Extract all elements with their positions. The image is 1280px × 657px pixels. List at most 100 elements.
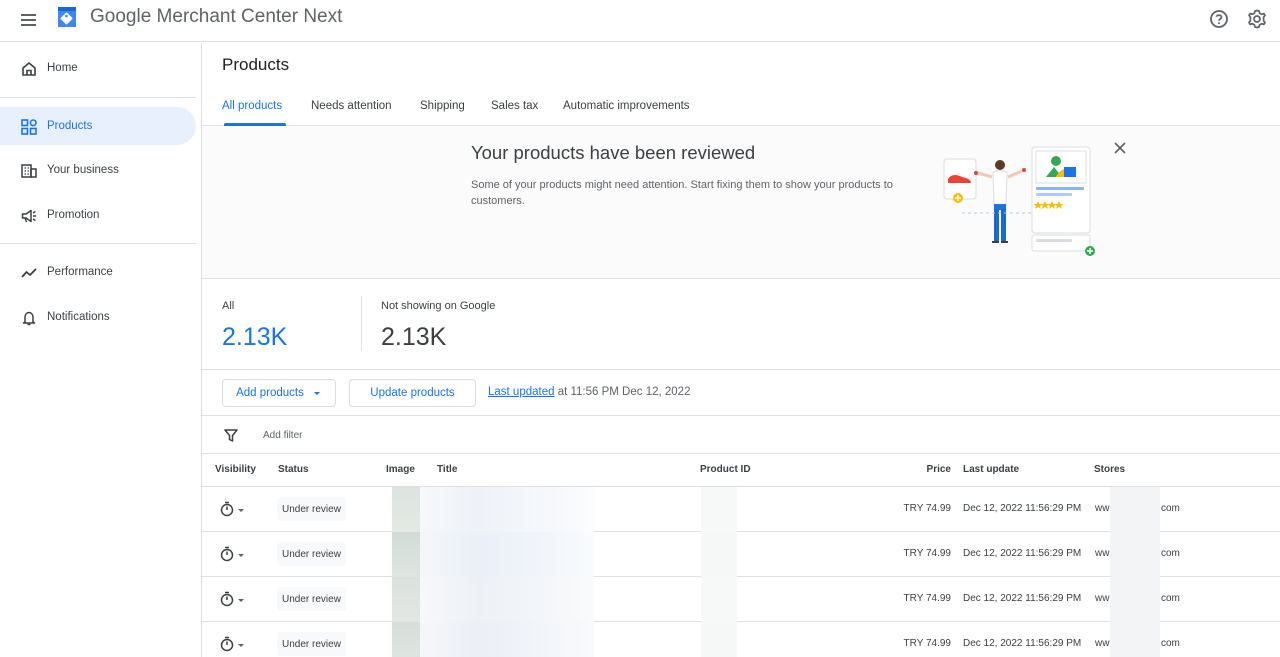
- home-icon: [22, 61, 36, 76]
- add-products-label: Add products: [236, 387, 304, 399]
- stat-value-not-showing[interactable]: 2.13K: [381, 323, 446, 352]
- top-app-bar: Google Merchant Center Next: [0, 0, 1280, 42]
- sidebar-item-your-business[interactable]: Your business: [0, 151, 196, 189]
- banner-illustration: [943, 146, 1095, 256]
- nav-divider: [0, 243, 196, 244]
- status-badge: Under review: [277, 632, 346, 656]
- last-update-value: Dec 12, 2022 11:56:29 PM: [963, 503, 1082, 514]
- column-header[interactable]: Title: [437, 464, 457, 475]
- main-content: Products All products Needs attention Sh…: [202, 43, 1280, 657]
- column-header[interactable]: Product ID: [700, 464, 751, 475]
- table-row[interactable]: Under review TRY 74.99 Dec 12, 2022 11:5…: [202, 532, 1280, 577]
- timer-icon[interactable]: [219, 545, 245, 563]
- sidebar-item-label: Performance: [47, 266, 113, 278]
- menu-icon[interactable]: [18, 9, 42, 33]
- product-id: [701, 487, 737, 532]
- tab-sales-tax[interactable]: Sales tax: [491, 100, 538, 112]
- store-name: [1110, 622, 1160, 657]
- column-header[interactable]: Image: [386, 464, 415, 475]
- table-row[interactable]: Under review TRY 74.99 Dec 12, 2022 11:5…: [202, 487, 1280, 532]
- stat-label-all: All: [222, 300, 235, 312]
- store-name: [1110, 487, 1160, 532]
- product-image: [392, 577, 420, 622]
- sidebar-item-notifications[interactable]: Notifications: [0, 298, 196, 336]
- close-icon[interactable]: [1112, 140, 1128, 156]
- update-products-button[interactable]: Update products: [349, 379, 476, 407]
- status-badge: Under review: [277, 587, 346, 611]
- app-title: Google Merchant Center Next: [90, 6, 343, 27]
- store-name: [1110, 532, 1160, 577]
- timer-icon[interactable]: [219, 590, 245, 608]
- column-header[interactable]: Last update: [963, 464, 1019, 475]
- banner-text: Some of your products might need attenti…: [471, 179, 893, 207]
- stat-label-not-showing: Not showing on Google: [381, 300, 496, 312]
- table-header: Visibility Status Image Title Product ID…: [202, 455, 1280, 487]
- megaphone-icon: [21, 209, 36, 223]
- add-products-button[interactable]: Add products: [222, 379, 336, 407]
- settings-icon[interactable]: [1246, 8, 1268, 30]
- product-title[interactable]: [420, 577, 594, 622]
- timer-icon[interactable]: [219, 500, 245, 518]
- last-update-value: Dec 12, 2022 11:56:29 PM: [963, 548, 1082, 559]
- last-updated-link[interactable]: Last updated: [488, 386, 555, 398]
- sidebar-item-promotion[interactable]: Promotion: [0, 196, 196, 234]
- sidebar-item-products[interactable]: Products: [0, 107, 196, 145]
- status-badge: Under review: [277, 497, 346, 521]
- tab-automatic-improvements[interactable]: Automatic improvements: [563, 100, 690, 112]
- merchant-center-logo: [58, 7, 76, 27]
- product-id: [701, 622, 737, 657]
- product-image: [392, 487, 420, 532]
- product-title[interactable]: [420, 487, 594, 532]
- stat-divider: [361, 296, 362, 351]
- store-suffix: com: [1161, 503, 1180, 514]
- business-icon: [21, 164, 37, 178]
- last-updated: Last updated at 11:56 PM Dec 12, 2022: [488, 386, 690, 398]
- timer-icon[interactable]: [219, 635, 245, 653]
- review-banner: Your products have been reviewed Some of…: [202, 127, 1280, 279]
- store-prefix: ww: [1095, 638, 1110, 649]
- last-updated-time: at 11:56 PM Dec 12, 2022: [554, 386, 691, 398]
- sidebar-item-performance[interactable]: Performance: [0, 253, 196, 291]
- tab-shipping[interactable]: Shipping: [420, 100, 465, 112]
- last-update-value: Dec 12, 2022 11:56:29 PM: [963, 638, 1082, 649]
- sidebar-nav: Home Products Your business Promotion Pe…: [0, 43, 202, 657]
- bell-icon: [22, 311, 36, 326]
- table-row[interactable]: Under review TRY 74.99 Dec 12, 2022 11:5…: [202, 622, 1280, 657]
- dropdown-arrow-icon: [313, 392, 320, 395]
- store-prefix: ww: [1095, 503, 1110, 514]
- column-header[interactable]: Price: [902, 464, 951, 475]
- tab-bar: All products Needs attention Shipping Sa…: [202, 95, 1280, 126]
- store-suffix: com: [1161, 638, 1180, 649]
- filter-icon[interactable]: [223, 427, 239, 443]
- sidebar-item-label: Home: [47, 62, 78, 74]
- nav-divider: [0, 97, 196, 98]
- banner-title: Your products have been reviewed: [471, 142, 756, 163]
- product-title[interactable]: [420, 532, 594, 577]
- action-bar: Add products Update products Last update…: [202, 371, 1280, 416]
- column-header[interactable]: Visibility: [215, 464, 256, 475]
- product-title[interactable]: [420, 622, 594, 657]
- filter-bar: Add filter: [202, 417, 1280, 454]
- price-value: TRY 74.99: [903, 503, 951, 514]
- store-prefix: ww: [1095, 593, 1110, 604]
- store-suffix: com: [1161, 593, 1180, 604]
- store-name: [1110, 577, 1160, 622]
- price-value: TRY 74.99: [903, 638, 951, 649]
- help-icon[interactable]: [1208, 8, 1230, 30]
- tab-needs-attention[interactable]: Needs attention: [311, 100, 392, 112]
- sidebar-item-label: Products: [47, 120, 93, 132]
- tab-all-products[interactable]: All products: [222, 100, 282, 112]
- column-header[interactable]: Stores: [1094, 464, 1125, 475]
- stat-value-all[interactable]: 2.13K: [222, 323, 287, 352]
- sidebar-item-label: Promotion: [47, 209, 100, 221]
- store-suffix: com: [1161, 548, 1180, 559]
- last-update-value: Dec 12, 2022 11:56:29 PM: [963, 593, 1082, 604]
- column-header[interactable]: Status: [278, 464, 309, 475]
- product-id: [701, 577, 737, 622]
- sidebar-item-home[interactable]: Home: [0, 49, 196, 87]
- add-filter-input[interactable]: Add filter: [263, 430, 302, 441]
- table-row[interactable]: Under review TRY 74.99 Dec 12, 2022 11:5…: [202, 577, 1280, 622]
- price-value: TRY 74.99: [903, 593, 951, 604]
- product-image: [392, 622, 420, 657]
- store-prefix: ww: [1095, 548, 1110, 559]
